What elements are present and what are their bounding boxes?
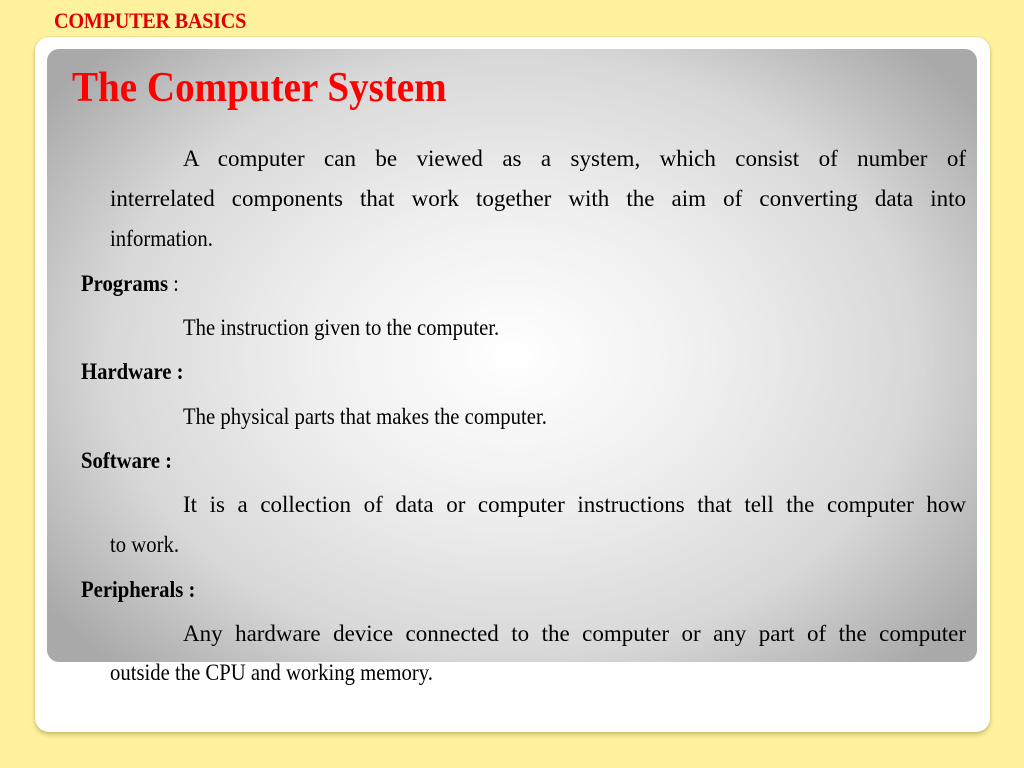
definition-peripherals-line-1: Any hardware device connected to the com… (183, 621, 966, 646)
intro-line-2: interrelated components that work togeth… (110, 186, 966, 211)
term-programs: Programs : (81, 271, 179, 297)
term-hardware: Hardware : (81, 359, 184, 385)
term-separator: : (159, 448, 173, 473)
term-label: Software (81, 448, 160, 473)
intro-line-1: A computer can be viewed as a system, wh… (183, 146, 966, 171)
term-separator: : (171, 359, 184, 384)
term-separator: : (183, 577, 196, 602)
definition-programs: The instruction given to the computer. (183, 315, 500, 340)
term-label: Programs (81, 271, 169, 296)
section-header-label: COMPUTER BASICS (54, 8, 247, 33)
definition-peripherals-line-2: outside the CPU and working memory. (110, 660, 433, 685)
term-label: Peripherals (81, 577, 184, 602)
term-label: Hardware (81, 359, 172, 384)
definition-software-line-2: to work. (110, 532, 180, 557)
definition-hardware: The physical parts that makes the comput… (183, 404, 547, 429)
definition-software-line-1: It is a collection of data or computer i… (183, 492, 966, 517)
slide-title: The Computer System (72, 65, 447, 111)
content-panel (47, 49, 977, 662)
intro-line-3: information. (110, 226, 213, 251)
term-peripherals: Peripherals : (81, 577, 195, 603)
slide-page: COMPUTER BASICS The Computer System A co… (0, 0, 1024, 768)
term-software: Software : (81, 448, 172, 474)
term-separator: : (168, 271, 179, 296)
